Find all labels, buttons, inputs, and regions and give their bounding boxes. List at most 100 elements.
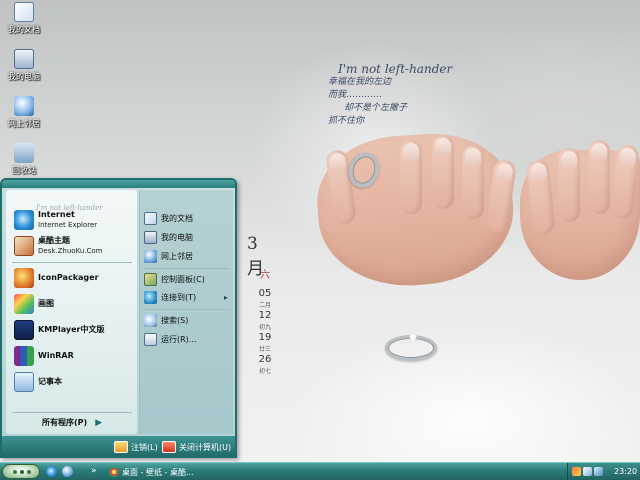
places-item-run[interactable]: 运行(R)... <box>144 333 196 346</box>
my-computer-icon <box>14 49 34 69</box>
start-orb-icon <box>27 470 31 474</box>
quicklaunch-network-icon[interactable] <box>62 466 73 477</box>
network-places-icon <box>14 96 34 116</box>
quicklaunch-more-icon[interactable]: » <box>91 466 97 476</box>
system-tray: 23:20 <box>567 463 640 480</box>
finger <box>558 148 580 222</box>
logoff-label: 注销(L) <box>131 442 158 452</box>
all-programs-button[interactable]: 所有程序(P) ▶ <box>42 417 102 428</box>
menu-item-kmplayer[interactable]: KMPlayer中文版 <box>14 320 105 340</box>
places-item-my-computer[interactable]: 我的电脑 <box>144 231 193 244</box>
desktop-icon-label: 我的文档 <box>8 25 40 34</box>
menu-item-subtitle: Internet Explorer <box>38 221 98 229</box>
tray-app-icon[interactable] <box>572 467 581 476</box>
calendar-lunar: 廿三 <box>258 346 271 353</box>
calendar-day: 19 <box>258 332 272 343</box>
my-documents-icon <box>144 212 157 225</box>
tray-volume-icon[interactable] <box>594 467 603 476</box>
menu-separator <box>144 309 230 310</box>
calendar-lunar: 初九 <box>258 324 271 331</box>
finger <box>400 140 422 214</box>
menu-item-title: IconPackager <box>38 273 99 282</box>
taskbar-window-label: 桌面 - 壁纸 - 桌酷... <box>122 467 194 477</box>
start-button[interactable] <box>2 464 40 479</box>
desktop-icon-recycle-bin[interactable]: 回收站 <box>2 143 46 176</box>
logoff-icon <box>114 441 128 453</box>
menu-item-title: WinRAR <box>38 351 74 360</box>
zhuoku-theme-icon <box>14 236 34 256</box>
desktop-icon-label: 网上邻居 <box>8 119 40 128</box>
internet-explorer-icon <box>14 210 34 230</box>
menu-item-title: 画图 <box>38 299 54 308</box>
network-places-icon <box>144 250 157 263</box>
paint-icon <box>14 294 34 314</box>
menu-item-paint[interactable]: 画图 <box>14 294 54 314</box>
control-panel-icon <box>144 273 157 286</box>
menu-item-title: 桌酷主题 <box>38 236 70 245</box>
start-menu-programs-pane: I'm not left-hander Internet Internet Ex… <box>6 190 137 434</box>
menu-item-subtitle: Desk.ZhuoKu.Com <box>38 247 103 255</box>
places-item-network[interactable]: 网上邻居 <box>144 250 193 263</box>
calendar-day: 26 <box>258 354 272 365</box>
clock[interactable]: 23:20 <box>614 467 637 476</box>
shutdown-label: 关闭计算机(U) <box>179 442 232 452</box>
my-computer-icon <box>144 231 157 244</box>
kmplayer-icon <box>14 320 34 340</box>
places-item-label: 网上邻居 <box>161 252 193 261</box>
run-icon <box>144 333 157 346</box>
menu-separator <box>144 268 230 269</box>
start-menu-header <box>2 180 235 188</box>
my-documents-icon <box>14 2 34 22</box>
submenu-arrow-icon: ▸ <box>224 293 229 302</box>
poem-line: 而我………… <box>328 90 383 100</box>
calendar-lunar: 二月 <box>258 302 271 309</box>
desktop-icon-network-places[interactable]: 网上邻居 <box>2 96 46 129</box>
menu-item-title: KMPlayer中文版 <box>38 325 105 334</box>
poem-line: 幸福在我的左边 <box>328 77 392 87</box>
places-item-control-panel[interactable]: 控制面板(C) <box>144 273 205 286</box>
desktop-icon-my-computer[interactable]: 我的电脑 <box>2 49 46 82</box>
finger <box>432 135 454 209</box>
taskbar: » 桌面 - 壁纸 - 桌酷... 23:20 <box>0 462 640 480</box>
places-item-search[interactable]: 搜索(S) <box>144 314 188 327</box>
places-item-label: 运行(R)... <box>161 335 197 344</box>
menu-item-internet[interactable]: Internet Internet Explorer <box>14 210 97 230</box>
finger <box>462 145 484 219</box>
shutdown-button[interactable]: 关闭计算机(U) <box>162 441 231 453</box>
finger <box>588 140 610 214</box>
places-item-label: 我的电脑 <box>161 233 193 242</box>
menu-item-zhuoku-theme[interactable]: 桌酷主题 Desk.ZhuoKu.Com <box>14 236 102 256</box>
places-item-label: 连接到(T) <box>161 293 197 302</box>
calendar-day: 12 <box>258 310 272 321</box>
menu-item-winrar[interactable]: WinRAR <box>14 346 74 366</box>
places-item-label: 控制面板(C) <box>161 275 205 284</box>
places-item-connect-to[interactable]: 连接到(T) ▸ <box>144 291 228 304</box>
ring-gem <box>410 334 416 340</box>
power-icon <box>162 441 176 453</box>
connect-to-icon <box>144 291 157 304</box>
browser-icon <box>109 467 119 477</box>
arrow-right-icon: ▶ <box>95 417 103 428</box>
poem-line: 抓不住你 <box>328 116 365 126</box>
start-menu-places-pane: 我的文档 我的电脑 网上邻居 控制面板(C) 连接到(T) ▸ 搜索(S) 运行… <box>139 190 233 434</box>
places-item-my-documents[interactable]: 我的文档 <box>144 212 193 225</box>
menu-item-iconpackager[interactable]: IconPackager <box>14 268 99 288</box>
taskbar-window-button[interactable]: 桌面 - 壁纸 - 桌酷... <box>106 465 228 479</box>
all-programs-label: 所有程序(P) <box>42 418 88 427</box>
recycle-bin-icon <box>14 143 34 163</box>
poem-title: I'm not left-hander <box>338 62 453 76</box>
start-menu-footer: 注销(L) 关闭计算机(U) <box>2 436 235 456</box>
places-item-label: 搜索(S) <box>161 316 189 325</box>
menu-item-title: 记事本 <box>38 377 62 386</box>
calendar-day: 05 <box>258 288 272 299</box>
logoff-button[interactable]: 注销(L) <box>114 441 158 453</box>
desktop-icon-my-documents[interactable]: 我的文档 <box>2 2 46 35</box>
start-orb-icon <box>20 470 24 474</box>
desktop-icon-label: 我的电脑 <box>8 72 40 81</box>
tray-network-icon[interactable] <box>583 467 592 476</box>
quicklaunch-ie-icon[interactable] <box>46 466 57 477</box>
calendar-lunar: 初七 <box>258 368 271 375</box>
wallpaper-poem: I'm not left-hander 幸福在我的左边 而我………… 却不是个左… <box>328 62 452 128</box>
desktop-icon-label: 回收站 <box>12 166 36 175</box>
menu-item-notepad[interactable]: 记事本 <box>14 372 62 392</box>
